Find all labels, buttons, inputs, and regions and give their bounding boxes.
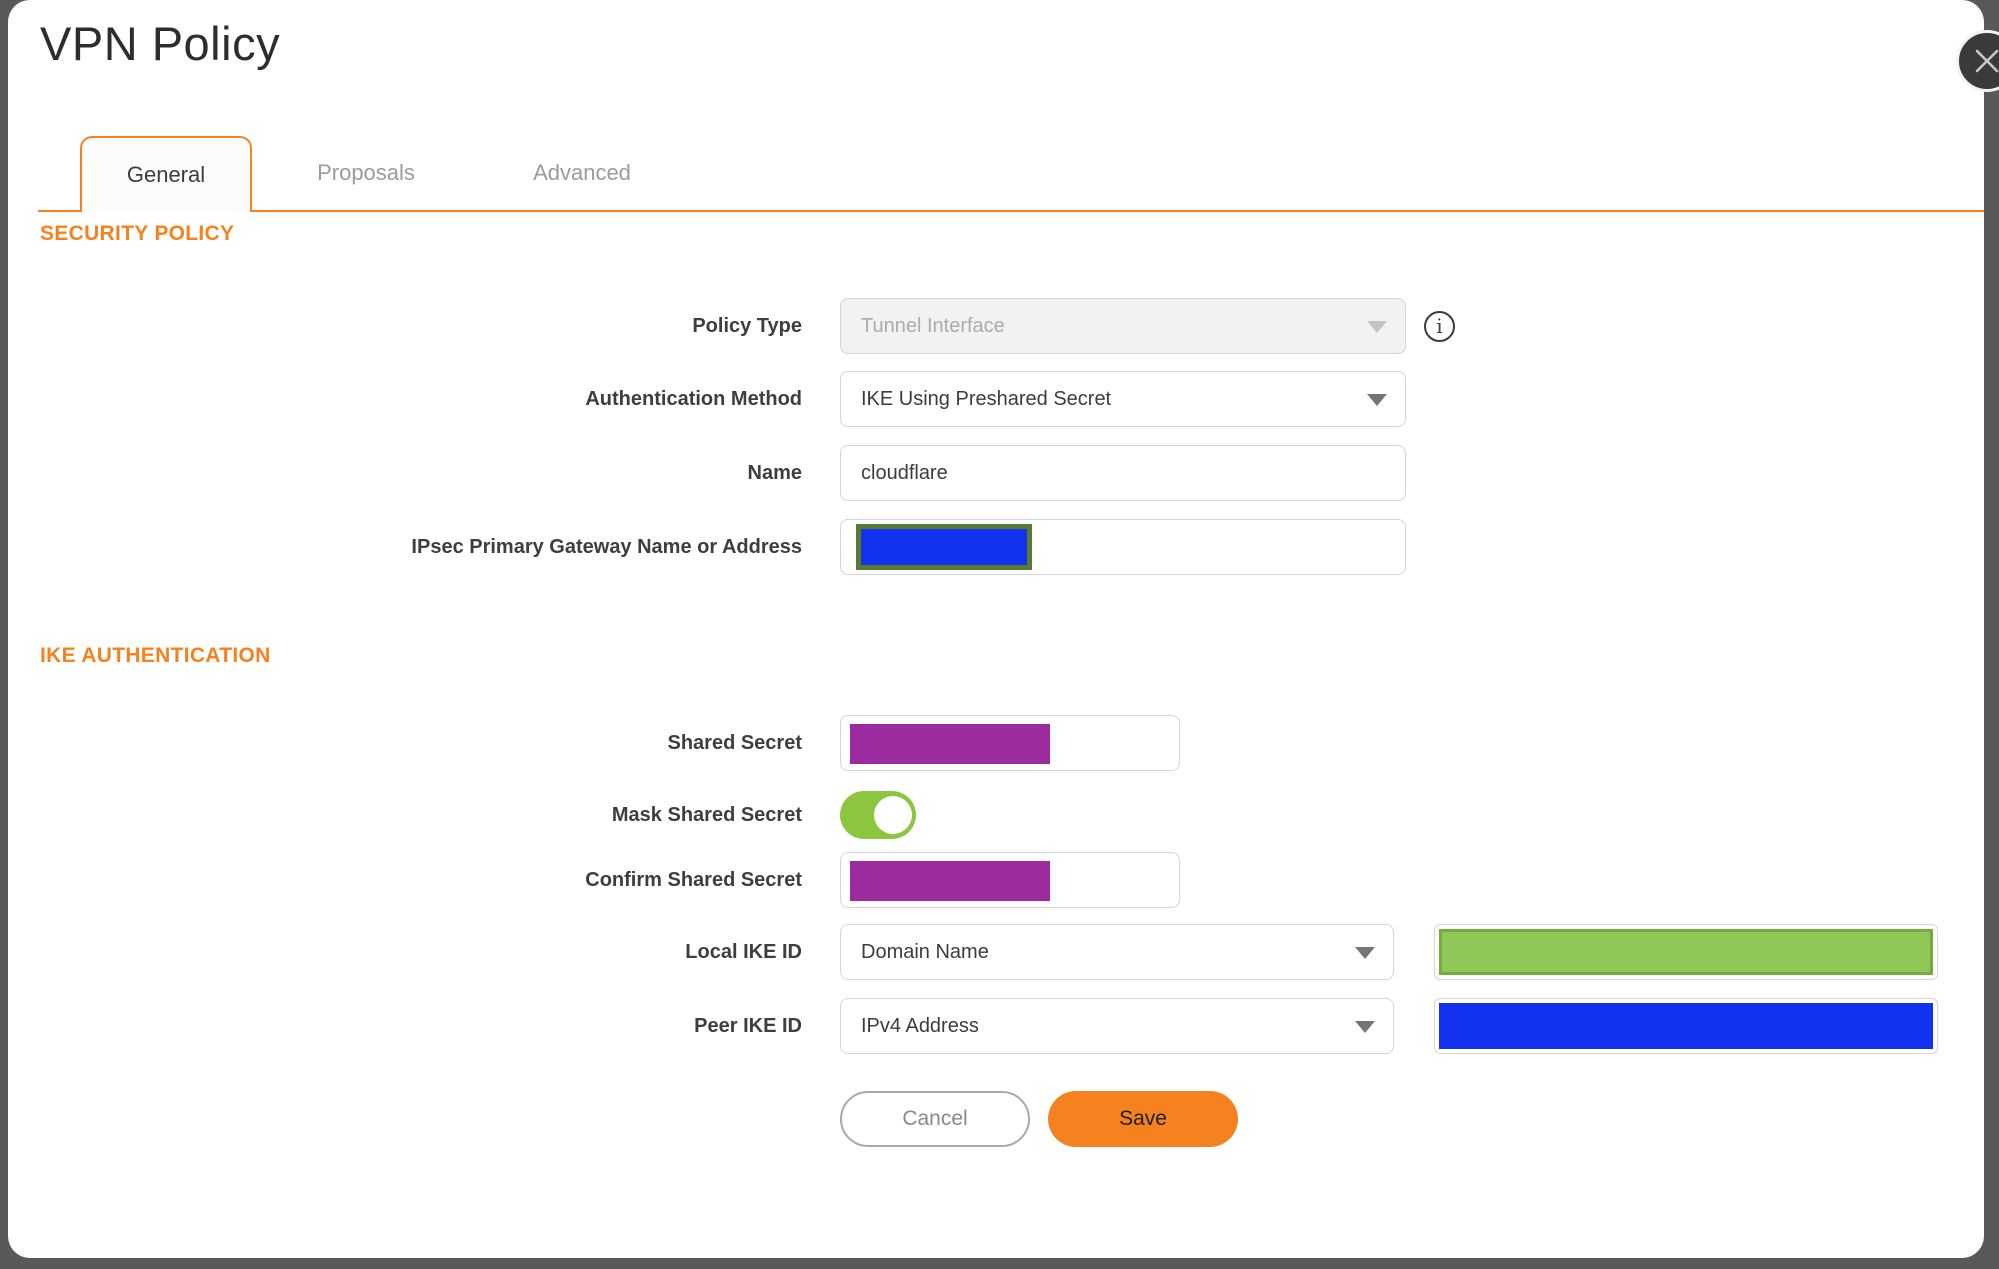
mask-shared-secret-label: Mask Shared Secret — [611, 803, 802, 826]
local-ike-id-select[interactable]: Domain Name — [840, 924, 1394, 980]
shared-secret-row: Shared Secret — [8, 715, 1984, 771]
confirm-shared-secret-row: Confirm Shared Secret — [8, 852, 1984, 908]
tab-proposals[interactable]: Proposals — [280, 136, 452, 210]
shared-secret-redaction-box — [850, 724, 1050, 764]
dialog-actions: Cancel Save — [8, 1091, 1984, 1147]
policy-type-value: Tunnel Interface — [861, 314, 1005, 337]
authentication-method-label: Authentication Method — [585, 387, 802, 410]
confirm-shared-secret-label: Confirm Shared Secret — [585, 868, 802, 891]
peer-ike-id-redaction-box — [1439, 1003, 1933, 1049]
authentication-method-value: IKE Using Preshared Secret — [861, 387, 1112, 410]
mask-shared-secret-toggle[interactable] — [840, 791, 916, 839]
policy-type-select: Tunnel Interface — [840, 298, 1406, 354]
info-icon-glyph: i — [1436, 314, 1443, 338]
authentication-method-row: Authentication Method IKE Using Preshare… — [8, 371, 1984, 427]
vpn-policy-dialog: VPN Policy General Proposals Advanced SE… — [8, 0, 1984, 1258]
tab-general[interactable]: General — [80, 136, 252, 212]
policy-type-label: Policy Type — [692, 314, 802, 337]
peer-ike-id-value-input[interactable] — [1434, 998, 1938, 1054]
peer-ike-id-select[interactable]: IPv4 Address — [840, 998, 1394, 1054]
chevron-down-icon — [1355, 947, 1375, 959]
local-ike-id-type-value: Domain Name — [861, 940, 989, 963]
security-policy-heading: SECURITY POLICY — [40, 222, 235, 245]
local-ike-id-label: Local IKE ID — [685, 940, 802, 963]
local-ike-id-value-input[interactable] — [1434, 924, 1938, 980]
info-icon[interactable]: i — [1424, 310, 1455, 342]
cancel-button[interactable]: Cancel — [840, 1091, 1030, 1147]
confirm-shared-secret-redaction-box — [850, 861, 1050, 901]
tab-proposals-label: Proposals — [317, 160, 415, 185]
authentication-method-select[interactable]: IKE Using Preshared Secret — [840, 371, 1406, 427]
name-input[interactable]: cloudflare — [840, 445, 1406, 501]
tab-advanced-label: Advanced — [533, 160, 631, 185]
peer-ike-id-label: Peer IKE ID — [694, 1014, 802, 1037]
local-ike-id-row: Local IKE ID Domain Name — [8, 924, 1984, 980]
tab-general-label: General — [126, 162, 206, 187]
gateway-input[interactable] — [840, 519, 1406, 575]
confirm-shared-secret-input[interactable] — [840, 852, 1180, 908]
close-icon — [1975, 49, 1999, 73]
peer-ike-id-row: Peer IKE ID IPv4 Address — [8, 998, 1984, 1054]
peer-ike-id-type-value: IPv4 Address — [861, 1014, 979, 1037]
save-button[interactable]: Save — [1048, 1091, 1238, 1147]
shared-secret-input[interactable] — [840, 715, 1180, 771]
tab-bar: General Proposals Advanced — [38, 136, 1984, 212]
page-title: VPN Policy — [40, 17, 281, 70]
name-value: cloudflare — [861, 461, 948, 484]
gateway-row: IPsec Primary Gateway Name or Address — [8, 519, 1984, 575]
local-ike-id-redaction-box — [1439, 929, 1933, 975]
gateway-redaction-box — [856, 524, 1032, 570]
name-row: Name cloudflare — [8, 445, 1984, 501]
chevron-down-icon — [1355, 1021, 1375, 1033]
chevron-down-icon — [1367, 321, 1387, 333]
name-label: Name — [747, 461, 802, 484]
toggle-knob — [874, 796, 912, 834]
tab-advanced[interactable]: Advanced — [496, 136, 668, 210]
chevron-down-icon — [1367, 394, 1387, 406]
gateway-label: IPsec Primary Gateway Name or Address — [411, 535, 802, 558]
shared-secret-label: Shared Secret — [667, 731, 802, 754]
mask-shared-secret-row: Mask Shared Secret — [8, 791, 1984, 839]
ike-authentication-heading: IKE AUTHENTICATION — [40, 644, 271, 667]
policy-type-row: Policy Type Tunnel Interface i — [8, 298, 1984, 354]
